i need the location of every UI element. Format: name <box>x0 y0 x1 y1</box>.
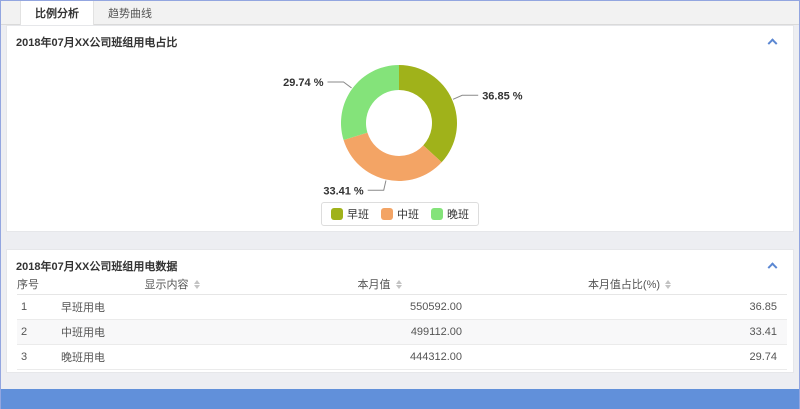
cell-content: 晚班用电 <box>57 349 287 365</box>
cell-index: 3 <box>17 351 57 363</box>
sort-icon[interactable] <box>396 280 402 289</box>
cell-month-ratio: 29.74 <box>472 351 787 363</box>
label-leader-line <box>453 95 478 99</box>
legend-swatch <box>331 208 343 220</box>
legend-label: 晚班 <box>447 206 469 222</box>
table-row: 1 早班用电 550592.00 36.85 <box>17 295 787 320</box>
pie-slice-0[interactable] <box>399 65 457 162</box>
header-month-value[interactable]: 本月值 <box>287 276 472 292</box>
header-content[interactable]: 显示内容 <box>57 276 287 292</box>
legend-swatch <box>381 208 393 220</box>
legend-item-2[interactable]: 晚班 <box>431 206 469 222</box>
collapse-table-panel-button[interactable] <box>765 257 779 271</box>
sort-icon[interactable] <box>665 280 671 289</box>
chart-legend: 早班 中班 晚班 <box>321 202 479 226</box>
legend-swatch <box>431 208 443 220</box>
data-table-panel: 2018年07月XX公司班组用电数据 序号 显示内容 本月值 本月值占比(%) <box>6 249 794 373</box>
cell-content: 早班用电 <box>57 299 287 315</box>
pie-slice-label: 33.41 % <box>323 185 364 197</box>
tab-ratio-analysis[interactable]: 比例分析 <box>20 1 94 25</box>
legend-label: 中班 <box>397 206 419 222</box>
table-row: 2 中班用电 499112.00 33.41 <box>17 320 787 345</box>
label-leader-line <box>328 82 352 88</box>
label-leader-line <box>368 181 386 191</box>
table-header-row: 序号 显示内容 本月值 本月值占比(%) <box>17 274 787 295</box>
report-window: 比例分析 趋势曲线 2018年07月XX公司班组用电占比 36.85 %33.4… <box>0 0 800 409</box>
cell-month-value: 444312.00 <box>287 351 472 363</box>
pie-slice-2[interactable] <box>341 65 399 140</box>
table-panel-title: 2018年07月XX公司班组用电数据 <box>7 250 793 274</box>
legend-item-1[interactable]: 中班 <box>381 206 419 222</box>
tab-bar: 比例分析 趋势曲线 <box>1 1 799 25</box>
header-month-ratio[interactable]: 本月值占比(%) <box>472 276 787 292</box>
cell-month-ratio: 36.85 <box>472 301 787 313</box>
pie-slice-1[interactable] <box>344 133 442 181</box>
chevron-up-icon <box>767 262 777 272</box>
legend-label: 早班 <box>347 206 369 222</box>
pie-slice-label: 29.74 % <box>283 77 324 89</box>
cell-index: 1 <box>17 301 57 313</box>
table-body: 1 早班用电 550592.00 36.85 2 中班用电 499112.00 … <box>17 295 787 370</box>
legend-item-0[interactable]: 早班 <box>331 206 369 222</box>
header-index: 序号 <box>17 276 57 292</box>
data-table: 序号 显示内容 本月值 本月值占比(%) 1 早班用电 550592.00 36… <box>7 274 793 372</box>
cell-index: 2 <box>17 326 57 338</box>
cell-month-ratio: 33.41 <box>472 326 787 338</box>
sort-icon[interactable] <box>194 280 200 289</box>
pie-slice-label: 36.85 % <box>482 90 523 102</box>
cell-month-value: 550592.00 <box>287 301 472 313</box>
cell-content: 中班用电 <box>57 324 287 340</box>
cell-month-value: 499112.00 <box>287 326 472 338</box>
pie-chart-panel: 2018年07月XX公司班组用电占比 36.85 %33.41 %29.74 %… <box>6 25 794 232</box>
table-row: 3 晚班用电 444312.00 29.74 <box>17 345 787 370</box>
donut-chart: 36.85 % 33.41 % 29.74 % <box>7 26 791 201</box>
bottom-bar <box>1 389 799 409</box>
tab-trend-curve[interactable]: 趋势曲线 <box>94 1 166 24</box>
